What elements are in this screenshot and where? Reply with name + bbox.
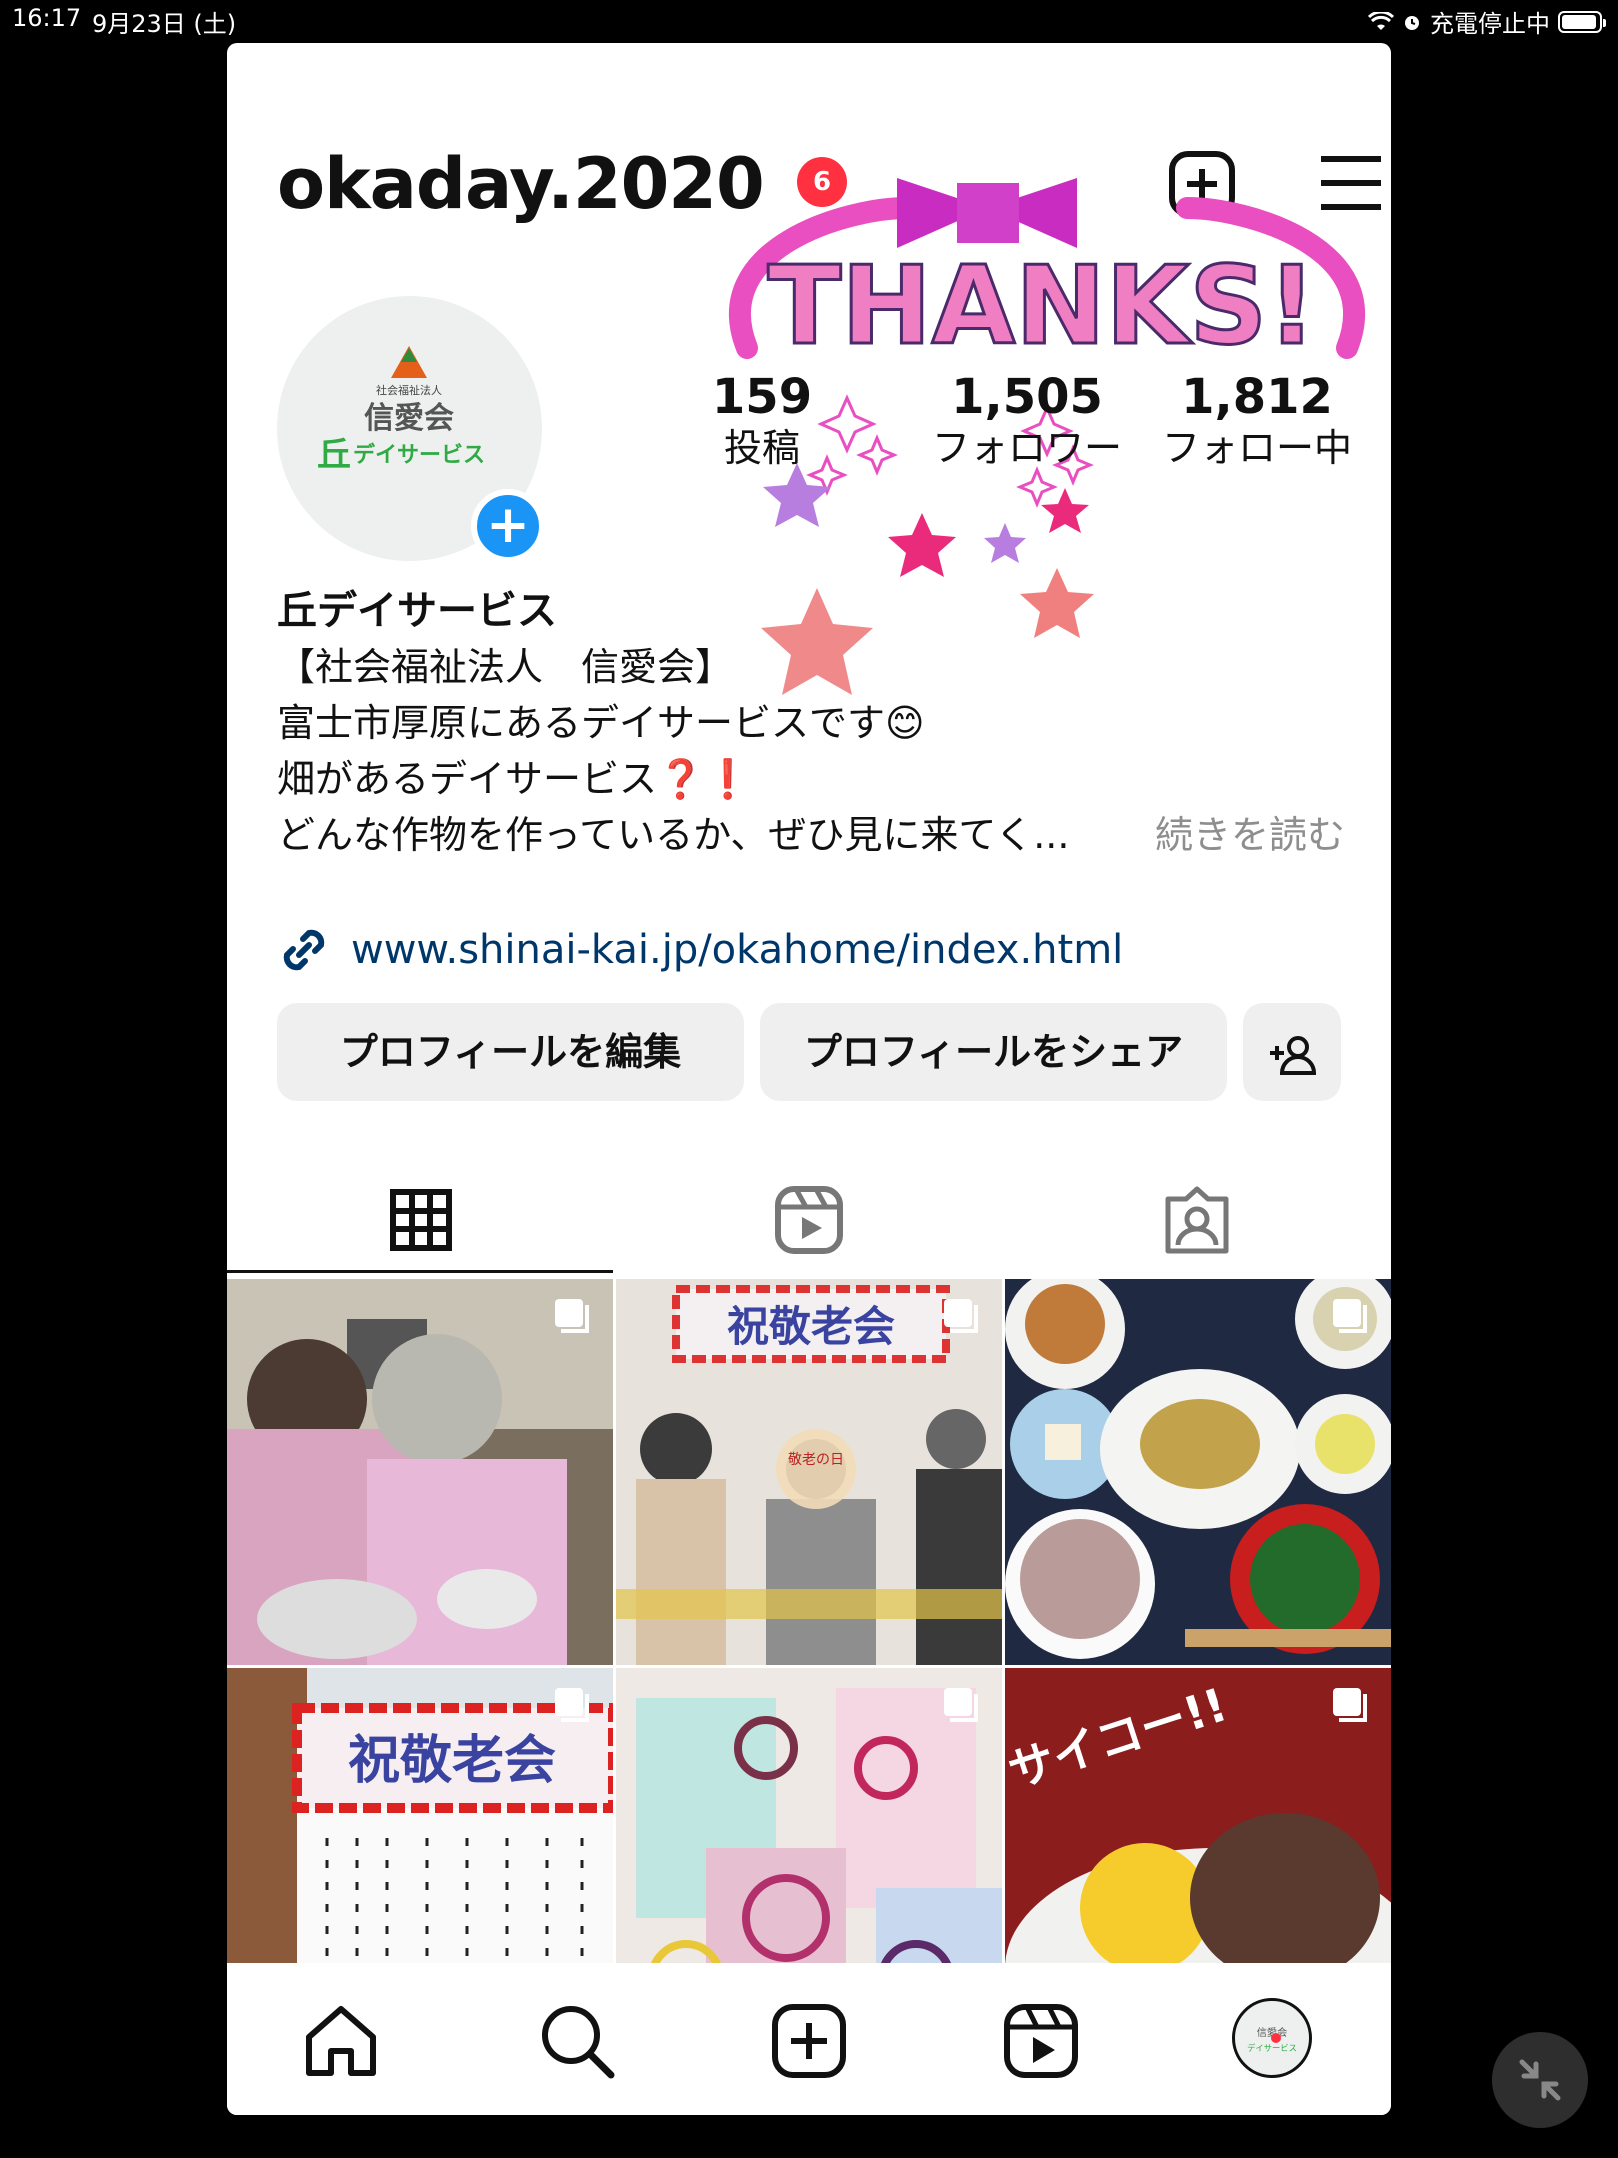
bio-line: 富士市厚原にあるデイサービスです😊 (277, 701, 925, 745)
posts-label: 投稿 (723, 425, 800, 470)
display-name: 丘デイサービス (277, 588, 557, 634)
tab-reels[interactable] (615, 1163, 1003, 1277)
tagged-icon (1165, 1186, 1229, 1254)
wifi-icon (1368, 11, 1394, 30)
edit-profile-button[interactable]: プロフィールを編集 (277, 1003, 744, 1101)
profile-link-text[interactable]: www.shinai-kai.jp/okahome/index.html (351, 927, 1123, 973)
stat-posts[interactable]: 159 投稿 (697, 371, 827, 473)
post-thumbnail[interactable] (1005, 1279, 1391, 1665)
share-profile-button[interactable]: プロフィールをシェア (760, 1003, 1227, 1101)
carousel-icon (555, 1688, 589, 1722)
avatar-service-text: デイサービス (353, 442, 485, 468)
following-count: 1,812 (1181, 369, 1333, 425)
battery-icon (1558, 10, 1606, 33)
profile-bio: 丘デイサービス 【社会福祉法人 信愛会】 富士市厚原にあるデイサービスです😊 畑… (277, 583, 1351, 863)
read-more-link[interactable]: 続きを読む (1155, 807, 1345, 863)
notification-badge[interactable]: 6 (797, 157, 847, 207)
bio-line-text: どんな作物を作っているか、ぜひ見に来てく... (277, 813, 1070, 857)
carousel-icon (1333, 1299, 1367, 1333)
grid-icon (390, 1189, 452, 1251)
collapse-button[interactable] (1492, 2032, 1588, 2128)
activity-dot (1271, 2033, 1281, 2043)
profile-link[interactable]: www.shinai-kai.jp/okahome/index.html (277, 923, 1123, 977)
posts-count: 159 (711, 369, 813, 425)
new-post-icon[interactable] (1169, 151, 1235, 217)
battery-fill (1562, 14, 1596, 29)
status-right: 充電停止中 (1368, 4, 1606, 39)
reels-icon (775, 1186, 843, 1254)
reels-icon[interactable] (1001, 2001, 1081, 2081)
post-thumbnail[interactable] (227, 1279, 613, 1665)
bio-line: 畑があるデイサービス❓❗ (277, 757, 752, 801)
menu-icon[interactable] (1319, 155, 1383, 211)
home-icon[interactable] (301, 2001, 381, 2081)
post-thumbnail[interactable]: 祝敬老会 敬老の日 (616, 1279, 1002, 1665)
instagram-profile-screen: okaday.2020 6 THANKS! 社会福祉法人 信愛会 丘 デイサービ… (227, 43, 1391, 2115)
link-icon (283, 929, 325, 971)
username[interactable]: okaday.2020 (277, 143, 765, 225)
carousel-icon (1333, 1688, 1367, 1722)
avatar-group-text: 信愛会 (364, 401, 454, 436)
post-banner-text: 祝敬老会 (348, 1731, 556, 1791)
post-banner-text: 祝敬老会 (727, 1302, 895, 1351)
following-label: フォロー中 (1161, 425, 1352, 470)
tab-tagged[interactable] (1003, 1163, 1391, 1277)
carousel-icon (944, 1688, 978, 1722)
bottom-navigation (227, 1963, 1391, 2115)
alarm-icon (1405, 15, 1419, 30)
stat-following[interactable]: 1,812 フォロー中 (1127, 371, 1387, 473)
status-time: 16:17 (12, 4, 82, 32)
add-person-icon (1270, 1035, 1317, 1075)
add-story-button[interactable]: + (471, 489, 545, 563)
status-bar: 16:17 9月23日 (土) 充電停止中 (0, 0, 1618, 40)
post-fan-text: 敬老の日 (788, 1452, 844, 1468)
profile-tabs (227, 1163, 1391, 1279)
profile-header: okaday.2020 6 (277, 143, 1381, 225)
charging-status: 充電停止中 (1430, 10, 1550, 38)
bio-line: 【社会福祉法人 信愛会】 (277, 645, 734, 689)
search-icon[interactable] (537, 2001, 617, 2081)
avatar-kanji-text: 丘 (317, 435, 351, 475)
discover-people-button[interactable] (1243, 1003, 1341, 1101)
collapse-icon (1519, 2059, 1561, 2101)
avatar-org-text: 社会福祉法人 (376, 383, 442, 397)
bio-line: どんな作物を作っているか、ぜひ見に来てく... 続きを読む (277, 807, 1351, 863)
nav-avatar-service: デイサービス (1247, 2043, 1297, 2053)
active-tab-indicator (227, 1270, 613, 1273)
carousel-icon (555, 1299, 589, 1333)
carousel-icon (944, 1299, 978, 1333)
tab-posts-grid[interactable] (227, 1163, 615, 1277)
status-date: 9月23日 (土) (92, 10, 237, 38)
create-icon[interactable] (769, 2001, 849, 2081)
thanks-text: THANKS! (768, 244, 1317, 369)
